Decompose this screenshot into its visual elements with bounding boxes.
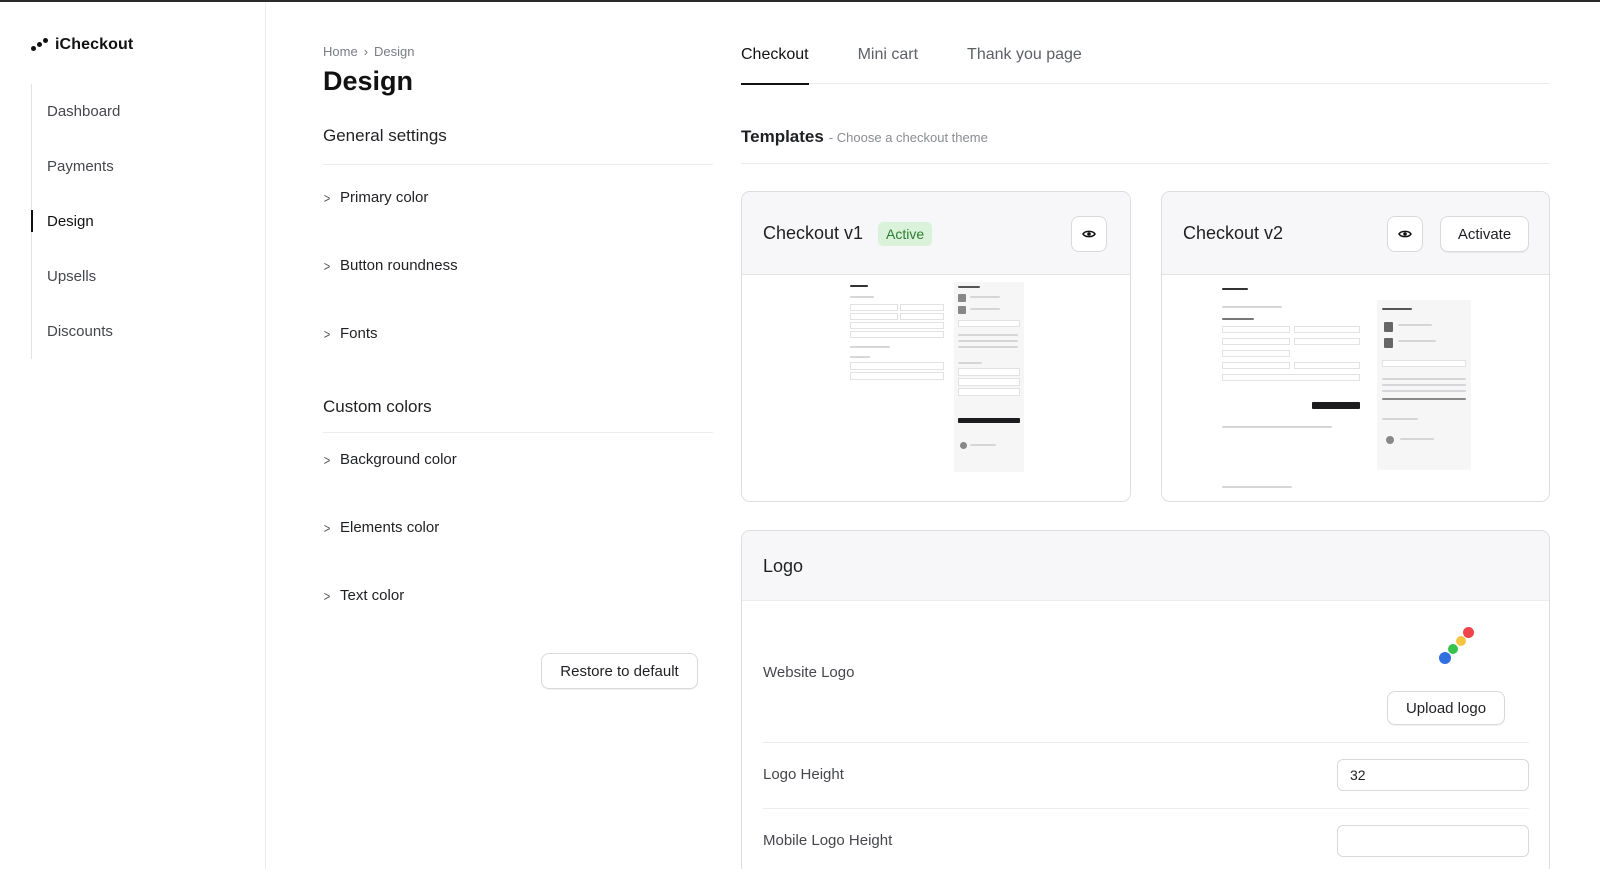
general-settings-title: General settings <box>323 126 447 145</box>
fonts-label: Fonts <box>340 325 378 342</box>
tabs: Checkout Mini cart Thank you page <box>741 44 1550 85</box>
chevron-right-icon: > <box>323 257 331 274</box>
brand[interactable]: iCheckout <box>31 36 133 54</box>
text-color-toggle[interactable]: > Text color <box>323 587 404 604</box>
template-card-title: Checkout v1 <box>763 223 864 243</box>
custom-colors-title: Custom colors <box>323 397 432 416</box>
active-badge: Active <box>878 222 933 246</box>
primary-color-toggle[interactable]: > Primary color <box>323 189 429 206</box>
sidebar-item-payments[interactable]: Payments <box>32 139 251 194</box>
logo-card-header: Logo <box>742 531 1549 601</box>
text-color-label: Text color <box>340 587 405 604</box>
elements-color-label: Elements color <box>340 519 440 536</box>
template-card-header: Checkout v1 Active <box>742 192 1130 275</box>
sidebar-item-upsells[interactable]: Upsells <box>32 249 251 304</box>
mobile-logo-height-input[interactable] <box>1337 825 1529 857</box>
elements-color-toggle[interactable]: > Elements color <box>323 519 439 536</box>
logo-height-input[interactable] <box>1337 759 1529 791</box>
website-logo-preview <box>1439 626 1479 666</box>
breadcrumb-current: Design <box>374 44 415 59</box>
background-color-toggle[interactable]: > Background color <box>323 451 457 468</box>
chevron-right-icon: > <box>323 325 331 342</box>
breadcrumb: Home › Design <box>323 44 415 59</box>
preview-thumbnail <box>1222 286 1492 496</box>
brand-logo-icon <box>31 38 49 52</box>
chevron-right-icon: > <box>323 451 331 468</box>
logo-title: Logo <box>763 556 804 576</box>
tab-checkout[interactable]: Checkout <box>741 44 809 85</box>
chevron-right-icon: > <box>323 587 331 604</box>
tab-mini-cart[interactable]: Mini cart <box>858 44 918 84</box>
mobile-logo-height-label: Mobile Logo Height <box>763 832 893 849</box>
preview-button[interactable] <box>1071 216 1107 252</box>
background-color-label: Background color <box>340 451 457 468</box>
tab-thank-you-page[interactable]: Thank you page <box>967 44 1082 84</box>
divider <box>741 163 1550 164</box>
chevron-right-icon: > <box>323 519 331 536</box>
templates-header: Templates - Choose a checkout theme <box>741 127 988 147</box>
restore-default-button[interactable]: Restore to default <box>541 653 698 689</box>
divider <box>323 432 713 433</box>
divider <box>763 742 1529 743</box>
sidebar-nav: Dashboard Payments Design Upsells Discou… <box>31 84 251 359</box>
preview-thumbnail <box>850 282 1026 472</box>
template-card-header: Checkout v2 Activate <box>1162 192 1549 275</box>
template-card-checkout-v2: Checkout v2 Activate <box>1161 191 1550 502</box>
template-card-checkout-v1: Checkout v1 Active <box>741 191 1131 502</box>
button-roundness-toggle[interactable]: > Button roundness <box>323 257 458 274</box>
divider <box>323 164 713 165</box>
templates-subtitle: - Choose a checkout theme <box>828 130 988 145</box>
breadcrumb-home[interactable]: Home <box>323 44 358 59</box>
page-title: Design <box>323 66 414 96</box>
primary-color-label: Primary color <box>340 189 429 206</box>
templates-title: Templates <box>741 127 824 146</box>
fonts-toggle[interactable]: > Fonts <box>323 325 378 342</box>
template-card-title: Checkout v2 <box>1183 223 1284 243</box>
brand-name: iCheckout <box>55 36 134 53</box>
breadcrumb-separator: › <box>363 44 369 59</box>
eye-icon <box>1398 230 1412 238</box>
divider <box>763 808 1529 809</box>
sidebar-item-discounts[interactable]: Discounts <box>32 304 251 359</box>
template-preview-image <box>1162 276 1549 501</box>
chevron-right-icon: > <box>323 189 331 206</box>
sidebar: iCheckout Dashboard Payments Design Upse… <box>0 2 266 869</box>
website-logo-label: Website Logo <box>763 664 855 681</box>
template-preview-image <box>742 276 1130 501</box>
logo-card: Logo Website Logo Upload logo Logo Heigh… <box>741 530 1550 869</box>
activate-button[interactable]: Activate <box>1440 216 1529 252</box>
button-roundness-label: Button roundness <box>340 257 458 274</box>
logo-height-label: Logo Height <box>763 766 844 783</box>
sidebar-item-design[interactable]: Design <box>31 194 251 249</box>
eye-icon <box>1082 230 1096 238</box>
sidebar-item-dashboard[interactable]: Dashboard <box>32 84 251 139</box>
preview-button[interactable] <box>1387 216 1423 252</box>
upload-logo-button[interactable]: Upload logo <box>1387 691 1505 725</box>
